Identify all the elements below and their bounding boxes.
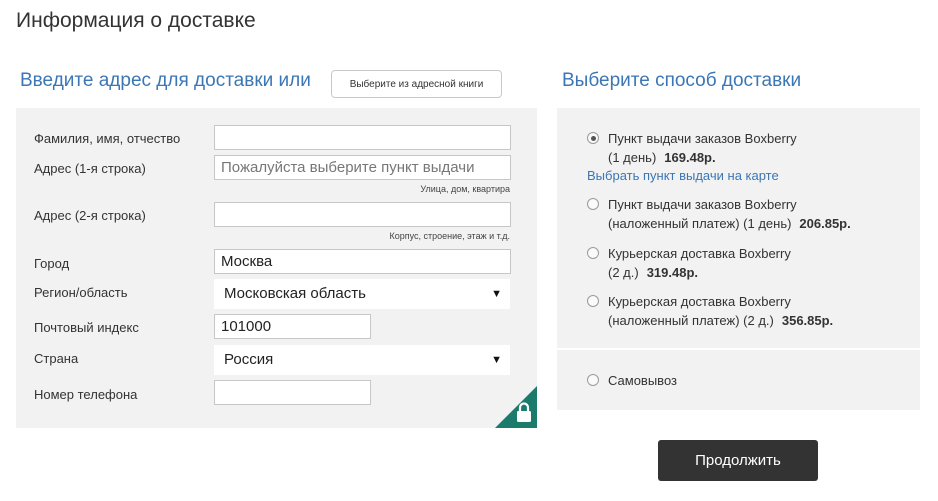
shipping-option-1[interactable]: Пункт выдачи заказов Boxberry (1 день) 16… xyxy=(587,129,797,167)
country-select[interactable]: Россия ▼ xyxy=(214,345,510,375)
address2-hint: Корпус, строение, этаж и т.д. xyxy=(389,231,510,241)
pickup-option[interactable]: Самовывоз xyxy=(587,371,677,390)
option-price: 356.85р. xyxy=(781,313,834,328)
lock-icon xyxy=(495,386,537,428)
address-book-button[interactable]: Выберите из адресной книги xyxy=(331,70,502,98)
address1-hint: Улица, дом, квартира xyxy=(420,184,510,194)
address-section-title: Введите адрес для доставки или xyxy=(20,70,311,91)
option-line1: Курьерская доставка Boxberry xyxy=(608,294,791,309)
option-line1: Пункт выдачи заказов Boxberry xyxy=(608,131,797,146)
zip-input[interactable]: 101000 xyxy=(214,314,371,339)
city-input[interactable]: Москва xyxy=(214,249,511,274)
shipping-option-3[interactable]: Курьерская доставка Boxberry (2 д.) 319.4… xyxy=(587,244,791,282)
region-select[interactable]: Московская область ▼ xyxy=(214,279,510,309)
radio-selected-icon[interactable] xyxy=(587,132,599,144)
region-label: Регион/область xyxy=(34,285,128,300)
zip-label: Почтовый индекс xyxy=(34,320,139,335)
radio-icon[interactable] xyxy=(587,198,599,210)
radio-icon[interactable] xyxy=(587,247,599,259)
option-line2: (наложенный платеж) (1 день) xyxy=(608,216,792,231)
country-select-value: Россия xyxy=(224,351,274,368)
country-label: Страна xyxy=(34,351,79,366)
address1-label: Адрес (1-я строка) xyxy=(34,161,146,176)
radio-icon[interactable] xyxy=(587,295,599,307)
shipping-option-2[interactable]: Пункт выдачи заказов Boxberry (наложенны… xyxy=(587,195,851,233)
options-divider xyxy=(557,348,920,350)
option-price: 169.48р. xyxy=(664,150,716,165)
option-line2: (2 д.) xyxy=(608,265,639,280)
address1-input[interactable]: Пожалуйста выберите пункт выдачи xyxy=(214,155,511,180)
phone-input[interactable] xyxy=(214,380,371,405)
option-price: 206.85р. xyxy=(799,216,851,231)
shipping-section-title: Выберите способ доставки xyxy=(562,70,802,91)
address2-input[interactable] xyxy=(214,202,511,227)
option-line2: (1 день) xyxy=(608,150,657,165)
map-pickup-link[interactable]: Выбрать пункт выдачи на карте xyxy=(587,168,779,183)
continue-button[interactable]: Продолжить xyxy=(658,440,818,481)
option-line1: Курьерская доставка Boxberry xyxy=(608,246,791,261)
radio-icon[interactable] xyxy=(587,374,599,386)
phone-label: Номер телефона xyxy=(34,387,138,402)
pickup-label: Самовывоз xyxy=(608,373,677,388)
region-select-value: Московская область xyxy=(224,285,366,302)
dropdown-arrow-icon: ▼ xyxy=(491,288,502,300)
full-name-input[interactable] xyxy=(214,125,511,150)
address2-label: Адрес (2-я строка) xyxy=(34,208,146,223)
page-title: Информация о доставке xyxy=(16,9,256,32)
city-label: Город xyxy=(34,256,70,271)
option-line2: (наложенный платеж) (2 д.) xyxy=(608,313,774,328)
option-line1: Пункт выдачи заказов Boxberry xyxy=(608,197,797,212)
full-name-label: Фамилия, имя, отчество xyxy=(34,131,181,146)
shipping-option-4[interactable]: Курьерская доставка Boxberry (наложенный… xyxy=(587,292,834,330)
dropdown-arrow-icon: ▼ xyxy=(491,354,502,366)
option-price: 319.48р. xyxy=(646,265,699,280)
